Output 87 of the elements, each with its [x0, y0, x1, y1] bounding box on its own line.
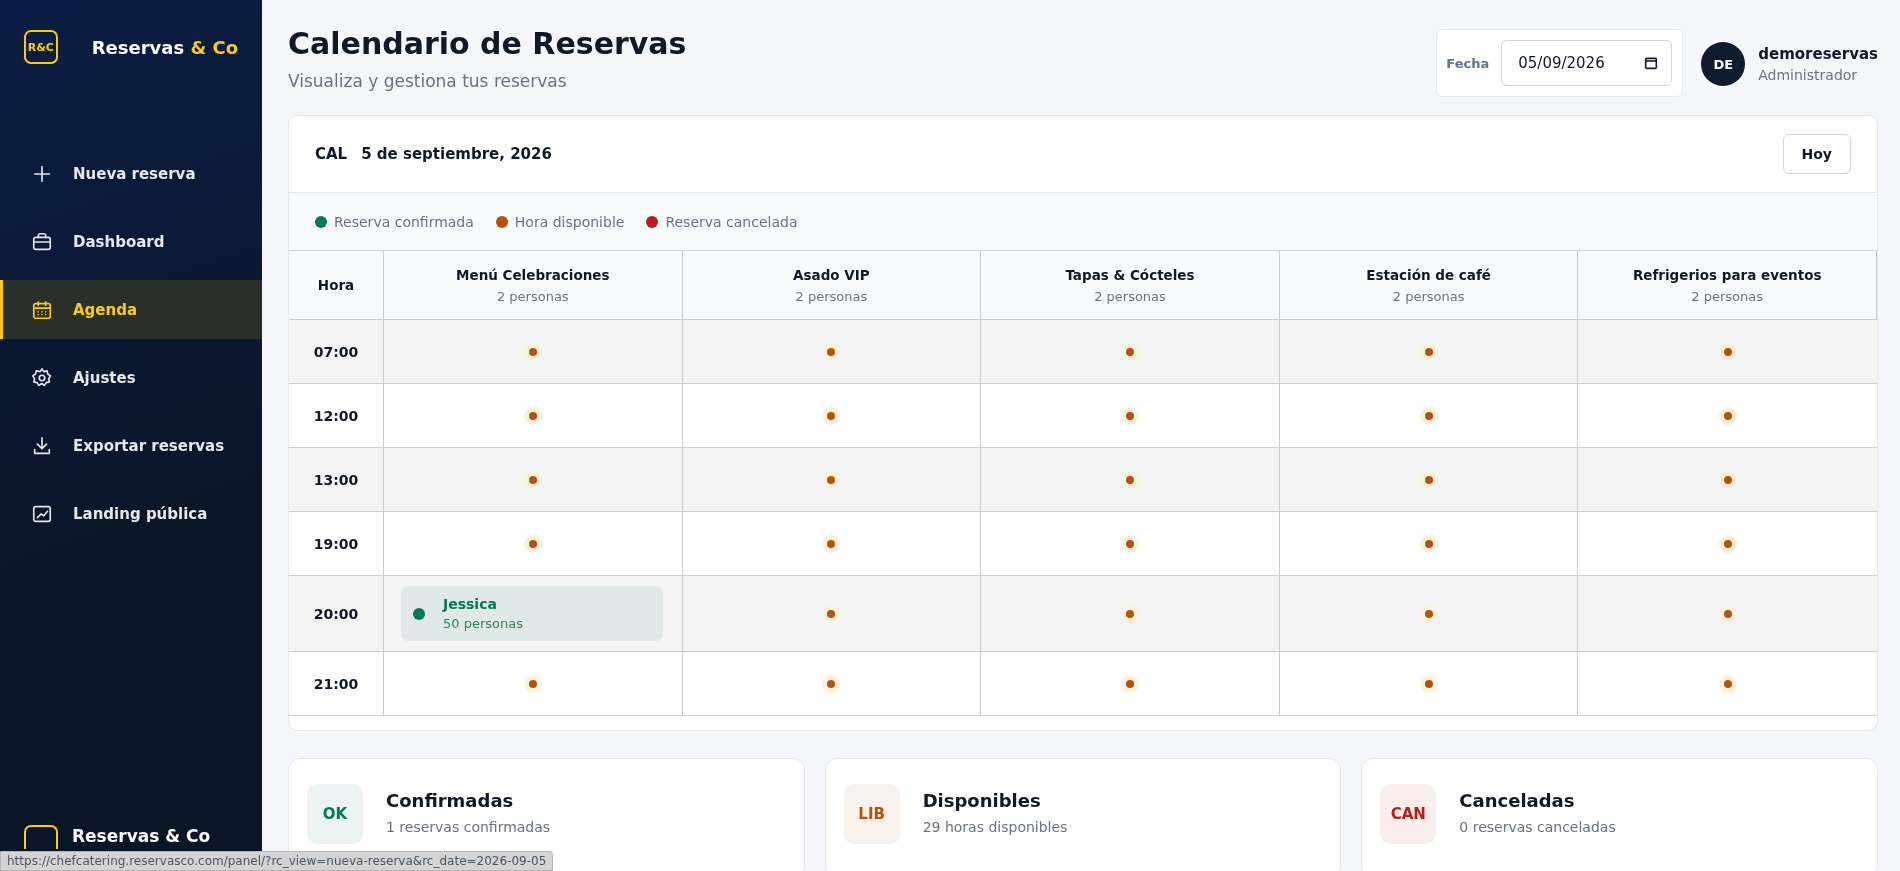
- available-slot-dot[interactable]: [822, 406, 841, 425]
- sidebar-item[interactable]: Exportar reservas: [0, 416, 262, 475]
- logo-badge: [24, 825, 58, 849]
- sidebar-item[interactable]: Dashboard: [0, 212, 262, 271]
- summary-badge: LIB: [843, 784, 900, 844]
- column-header: Hora: [317, 277, 355, 293]
- column-header: Asado VIP: [793, 266, 870, 283]
- available-slot-dot[interactable]: [1718, 470, 1737, 489]
- available-slot-dot[interactable]: [523, 406, 542, 425]
- summary-text: 0 reservas canceladas: [1459, 819, 1616, 835]
- user-avatar: DE: [1701, 42, 1746, 86]
- available-slot-dot[interactable]: [1718, 534, 1737, 553]
- sidebar-item[interactable]: Landing pública: [0, 484, 262, 543]
- booking-people: 50 personas: [443, 616, 523, 631]
- time-label: 19:00: [313, 535, 359, 552]
- download-icon: [31, 434, 53, 457]
- summary-title: Confirmadas: [386, 790, 515, 811]
- time-label: 20:00: [313, 605, 359, 622]
- summary-badge: OK: [307, 784, 363, 844]
- available-slot-dot[interactable]: [523, 342, 542, 361]
- calendar-tag: CAL: [315, 145, 348, 163]
- column-header: Estación de café: [1366, 266, 1491, 283]
- column-capacity: 2 personas: [496, 288, 569, 304]
- time-label: 13:00: [313, 471, 359, 488]
- available-slot-dot[interactable]: [1121, 534, 1139, 553]
- column-capacity: 2 personas: [1392, 288, 1465, 304]
- booking-name: Jessica: [443, 596, 498, 612]
- available-slot-dot[interactable]: [822, 534, 841, 553]
- calendar-icon[interactable]: [1643, 55, 1660, 71]
- legend-label: Hora disponible: [514, 213, 625, 230]
- available-slot-dot[interactable]: [1718, 342, 1737, 361]
- available-slot-dot[interactable]: [523, 470, 542, 489]
- available-slot-dot[interactable]: [1419, 674, 1438, 693]
- date-label: Fecha: [1446, 55, 1490, 71]
- available-slot-dot[interactable]: [1121, 342, 1139, 361]
- available-slot-dot[interactable]: [822, 604, 841, 623]
- column-header: Refrigerios para eventos: [1632, 266, 1822, 283]
- sidebar-item[interactable]: Agenda: [0, 280, 262, 339]
- brand-name: Reservas & Co: [91, 36, 238, 58]
- available-slot-dot[interactable]: [1121, 470, 1139, 489]
- legend-label: Reserva confirmada: [334, 213, 474, 230]
- summary-badge: CAN: [1380, 784, 1437, 844]
- column-capacity: 2 personas: [795, 288, 868, 304]
- available-slot-dot[interactable]: [1419, 604, 1438, 623]
- available-slot-dot[interactable]: [523, 674, 542, 693]
- available-slot-dot[interactable]: [1419, 470, 1438, 489]
- available-slot-dot[interactable]: [523, 534, 542, 553]
- sidebar-item[interactable]: Nueva reserva: [0, 144, 262, 203]
- briefcase-icon: [31, 230, 53, 253]
- available-slot-dot[interactable]: [1121, 674, 1139, 693]
- today-button[interactable]: Hoy: [1782, 134, 1851, 174]
- time-label: 21:00: [313, 675, 359, 692]
- summary-title: Canceladas: [1459, 790, 1576, 811]
- available-slot-dot[interactable]: [1419, 406, 1438, 425]
- column-capacity: 2 personas: [1691, 288, 1764, 304]
- available-slot-dot[interactable]: [1121, 406, 1139, 425]
- available-slot-dot[interactable]: [1121, 604, 1139, 623]
- logo-badge: R&C: [24, 30, 58, 64]
- available-slot-dot[interactable]: [1718, 604, 1737, 623]
- calendar-icon: [31, 298, 53, 321]
- user-role: Administrador: [1758, 67, 1859, 83]
- available-slot-dot[interactable]: [822, 342, 841, 361]
- page-subtitle: Visualiza y gestiona tus reservas: [288, 71, 568, 91]
- time-label: 07:00: [313, 343, 359, 360]
- column-capacity: 2 personas: [1094, 288, 1166, 304]
- summary-text: 1 reservas confirmadas: [386, 819, 551, 835]
- calendar-date: 5 de septiembre, 2026: [361, 145, 553, 163]
- available-slot-dot[interactable]: [1419, 534, 1438, 553]
- time-label: 12:00: [313, 407, 359, 424]
- settings-icon: [31, 366, 53, 389]
- available-slot-dot[interactable]: [1419, 342, 1438, 361]
- status-url: https://chefcatering.reservasco.com/panel/?rc_view=nueva-reserva&rc_date=2026-09-05: [0, 851, 554, 871]
- page-title: Calendario de Reservas: [288, 26, 688, 61]
- booking-card[interactable]: Jessica 50 personas: [401, 586, 663, 641]
- brand-name: Reservas & Co: [72, 826, 211, 846]
- available-slot-dot[interactable]: [1718, 674, 1737, 693]
- column-header: Tapas & Cócteles: [1065, 266, 1195, 283]
- legend-label: Reserva cancelada: [665, 213, 798, 230]
- available-slot-dot[interactable]: [822, 674, 841, 693]
- summary-title: Disponibles: [922, 790, 1042, 811]
- available-slot-dot[interactable]: [1718, 406, 1737, 425]
- date-field[interactable]: 05/09/2026: [1501, 40, 1673, 86]
- user-name: demoreservas: [1758, 45, 1878, 63]
- sidebar-item[interactable]: Ajustes: [0, 348, 262, 407]
- summary-text: 29 horas disponibles: [922, 819, 1068, 835]
- column-header: Menú Celebraciones: [456, 266, 610, 283]
- available-slot-dot[interactable]: [822, 470, 841, 489]
